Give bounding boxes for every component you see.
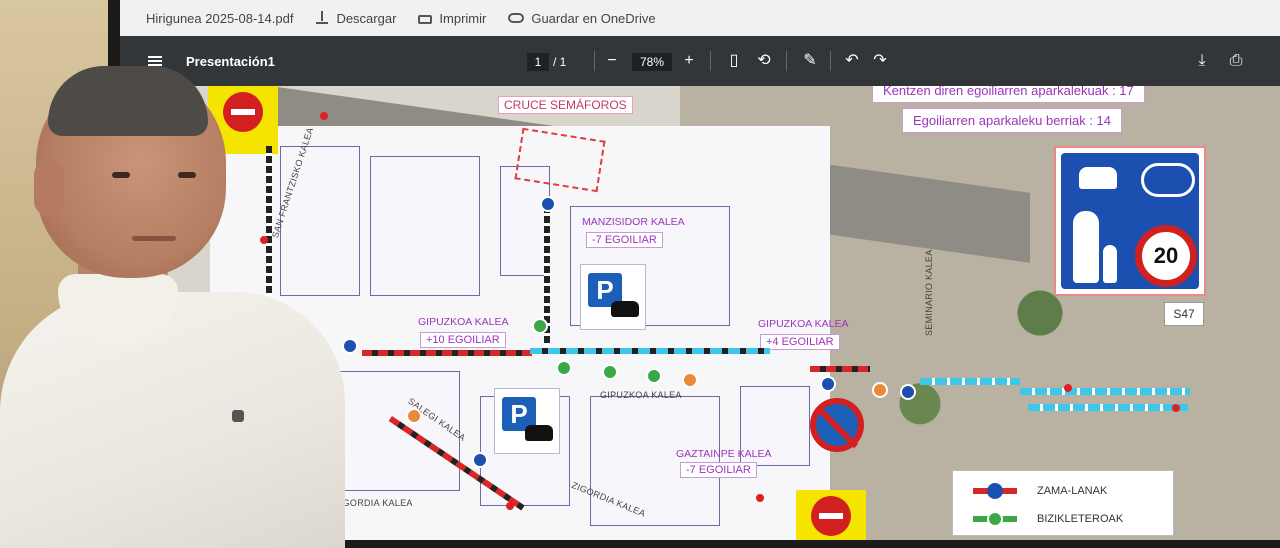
save-onedrive-label: Guardar en OneDrive — [531, 10, 656, 26]
accessibility-icon — [472, 452, 488, 468]
legend-zama-label: ZAMA-LANAK — [1037, 485, 1108, 497]
eye — [112, 172, 130, 178]
loading-zone-lane — [810, 366, 870, 372]
zigordia-left-street: ZIGORDIA KALEA — [334, 498, 413, 508]
gipuzkoa-left-street-label: GIPUZKOA KALEA — [418, 316, 509, 328]
car-icon — [525, 425, 553, 441]
redo-icon[interactable]: ↷ — [870, 51, 890, 71]
download-button[interactable]: Descargar — [315, 11, 396, 26]
gaztainpe-street-label: GAZTAINPE KALEA — [676, 448, 772, 460]
ear — [34, 160, 64, 216]
undo-icon[interactable]: ↶ — [842, 51, 862, 71]
speed-limit-sign: 20 — [1135, 225, 1197, 287]
bicycle-icon — [556, 360, 572, 376]
pin-marker — [506, 502, 514, 510]
bike-lane — [1020, 388, 1190, 395]
bicycle-icon — [987, 511, 1003, 527]
map-legend: ZAMA-LANAK BIZIKLETEROAK — [952, 470, 1174, 536]
gipuzkoa-right-change-label: +4 EGOILIAR — [760, 334, 840, 350]
draw-icon[interactable]: ✎ — [800, 51, 820, 71]
toolbar-divider — [786, 51, 787, 71]
legend-swatch — [973, 483, 1017, 499]
no-parking-icon — [810, 398, 864, 452]
toolbar-divider — [710, 51, 711, 71]
accessibility-icon — [540, 196, 556, 212]
hair — [48, 66, 208, 136]
info-new-parking: Egoiliarren aparkaleku berriak : 14 — [902, 108, 1122, 133]
cruce-semaforos-label: CRUCE SEMÁFOROS — [498, 96, 633, 114]
sign-code-label: S47 — [1164, 302, 1204, 326]
pin-marker — [1172, 404, 1180, 412]
white-shirt — [0, 292, 345, 548]
legend-row-zama: ZAMA-LANAK — [973, 483, 1108, 499]
eye — [178, 172, 196, 178]
cloud-icon — [508, 13, 525, 23]
page-number-input[interactable]: 1 — [527, 53, 549, 71]
person-foreground — [0, 60, 345, 548]
rotate-icon[interactable]: ⟲ — [754, 51, 774, 71]
gaztainpe-change-label: -7 EGOILIAR — [680, 462, 757, 478]
accessibility-icon — [987, 483, 1003, 499]
bicycle-icon — [532, 318, 548, 334]
manzisidor-street-label: MANZISIDOR KALEA — [582, 216, 685, 228]
print-icon — [418, 15, 433, 24]
legend-row-bizikleta: BIZIKLETEROAK — [973, 511, 1124, 527]
download-icon[interactable]: ⤓ — [1192, 51, 1212, 71]
car-icon — [611, 301, 639, 317]
legend-swatch — [973, 511, 1017, 527]
child-icon — [1103, 245, 1117, 283]
building-block — [590, 396, 720, 526]
file-name: Hirigunea 2025-08-14.pdf — [146, 10, 294, 26]
print-button[interactable]: Imprimir — [418, 11, 486, 26]
zoom-in-button[interactable]: + — [679, 51, 699, 71]
info-removed-parking: Kentzen diren egoiliarren aparkalekuak :… — [872, 86, 1145, 103]
print-icon[interactable]: ⎙ — [1226, 51, 1246, 71]
pedestrian-icon — [1073, 211, 1099, 283]
zoom-out-button[interactable]: − — [602, 51, 622, 71]
seminario-street: SEMINARIO KALEA — [924, 249, 934, 336]
accessibility-icon — [820, 376, 836, 392]
loading-icon — [682, 372, 698, 388]
zoom-level-input[interactable]: 78% — [632, 53, 672, 71]
pin-marker — [1064, 384, 1072, 392]
download-icon — [315, 11, 329, 25]
gipuzkoa-right-street-label: GIPUZKOA KALEA — [758, 318, 849, 330]
loading-icon — [406, 408, 422, 424]
toolbar-divider — [594, 51, 595, 71]
bicycle-icon — [1141, 163, 1195, 197]
bike-lane — [530, 348, 770, 354]
no-entry-icon — [811, 496, 851, 536]
print-label: Imprimir — [439, 10, 487, 26]
toolbar-divider — [830, 51, 831, 71]
car-icon — [1079, 167, 1117, 189]
accessibility-icon — [900, 384, 916, 400]
loading-icon — [872, 382, 888, 398]
building-block — [330, 371, 460, 491]
gipuzkoa-center-street: GIPUZKOA KALEA — [600, 390, 682, 400]
loading-zone-lane — [362, 350, 532, 356]
save-onedrive-button[interactable]: Guardar en OneDrive — [508, 10, 656, 26]
bicycle-icon — [646, 368, 662, 384]
gipuzkoa-left-change-label: +10 EGOILIAR — [420, 332, 506, 348]
legend-bizikleta-label: BIZIKLETEROAK — [1037, 513, 1124, 525]
bicycle-icon — [602, 364, 618, 380]
pdf-file-bar: Hirigunea 2025-08-14.pdf Descargar Impri… — [120, 0, 1280, 36]
mouth — [132, 236, 176, 241]
page-total: / 1 — [553, 55, 567, 69]
parking-sign: P — [494, 388, 560, 454]
building-block — [370, 156, 480, 296]
fit-page-icon[interactable]: ▯ — [724, 51, 744, 71]
shared-zone-sign: 20 — [1054, 146, 1206, 296]
bike-lane — [1028, 404, 1188, 411]
bike-lane — [920, 378, 1020, 385]
photo-scene: Hirigunea 2025-08-14.pdf Descargar Impri… — [0, 0, 1280, 548]
download-label: Descargar — [336, 10, 397, 26]
pin-marker — [756, 494, 764, 502]
no-entry-sign — [796, 490, 866, 540]
manzisidor-change-label: -7 EGOILIAR — [586, 232, 663, 248]
parking-sign: P — [580, 264, 646, 330]
shirt-logo-icon — [232, 410, 244, 422]
